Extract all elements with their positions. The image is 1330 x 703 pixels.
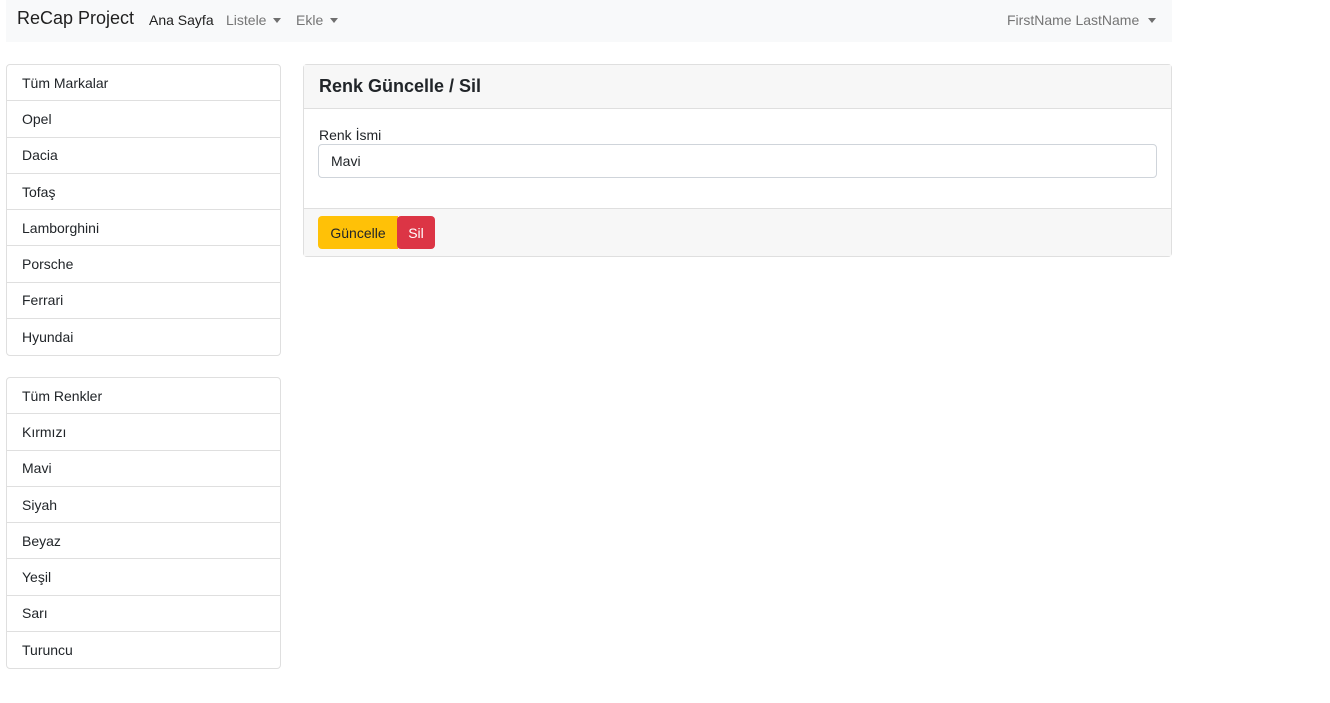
caret-down-icon bbox=[1148, 17, 1157, 23]
caret-down-icon bbox=[273, 17, 282, 23]
color-item-white[interactable]: Beyaz bbox=[7, 523, 280, 560]
brand-item-lamborghini[interactable]: Lamborghini bbox=[7, 210, 280, 247]
nav-add-label: Ekle bbox=[296, 12, 324, 28]
brand-item-porsche[interactable]: Porsche bbox=[7, 246, 280, 283]
brand-item-all[interactable]: Tüm Markalar bbox=[7, 65, 280, 102]
nav-add-dropdown[interactable]: Ekle bbox=[296, 12, 339, 28]
color-item-blue[interactable]: Mavi bbox=[7, 451, 280, 487]
color-item-all[interactable]: Tüm Renkler bbox=[7, 378, 280, 415]
brand-item-tofas[interactable]: Tofaş bbox=[7, 174, 280, 211]
nav-list-dropdown[interactable]: Listele bbox=[226, 12, 282, 28]
user-dropdown[interactable]: FirstName LastName bbox=[1007, 12, 1157, 28]
nav-home-label: Ana Sayfa bbox=[149, 12, 214, 28]
color-item-black[interactable]: Siyah bbox=[7, 487, 280, 524]
card-footer: Güncelle Sil bbox=[304, 208, 1171, 256]
nav-list-label: Listele bbox=[226, 12, 267, 28]
color-edit-card: Renk Güncelle / Sil Renk İsmi Güncelle S… bbox=[303, 64, 1172, 257]
card-title: Renk Güncelle / Sil bbox=[304, 65, 1171, 109]
update-button[interactable]: Güncelle bbox=[318, 216, 398, 249]
navbar: ReCap Project Ana Sayfa Listele Ekle Fir… bbox=[6, 0, 1172, 42]
brand-item-opel[interactable]: Opel bbox=[7, 101, 280, 138]
user-name-label: FirstName LastName bbox=[1007, 12, 1140, 28]
brand-list: Tüm Markalar Opel Dacia Tofaş Lamborghin… bbox=[6, 64, 281, 357]
color-name-input[interactable] bbox=[318, 144, 1157, 178]
caret-down-icon bbox=[330, 17, 339, 23]
delete-button[interactable]: Sil bbox=[397, 216, 435, 249]
nav-home-link[interactable]: Ana Sayfa bbox=[149, 12, 214, 28]
color-item-orange[interactable]: Turuncu bbox=[7, 632, 280, 668]
card-body: Renk İsmi bbox=[304, 109, 1171, 208]
brand-item-ferrari[interactable]: Ferrari bbox=[7, 283, 280, 320]
brand-item-dacia[interactable]: Dacia bbox=[7, 138, 280, 174]
color-list: Tüm Renkler Kırmızı Mavi Siyah Beyaz Yeş… bbox=[6, 377, 281, 670]
brand-link[interactable]: ReCap Project bbox=[17, 8, 134, 29]
color-item-green[interactable]: Yeşil bbox=[7, 559, 280, 596]
color-item-red[interactable]: Kırmızı bbox=[7, 414, 280, 451]
brand-item-hyundai[interactable]: Hyundai bbox=[7, 319, 280, 355]
color-item-yellow[interactable]: Sarı bbox=[7, 596, 280, 633]
color-name-label: Renk İsmi bbox=[319, 127, 382, 143]
